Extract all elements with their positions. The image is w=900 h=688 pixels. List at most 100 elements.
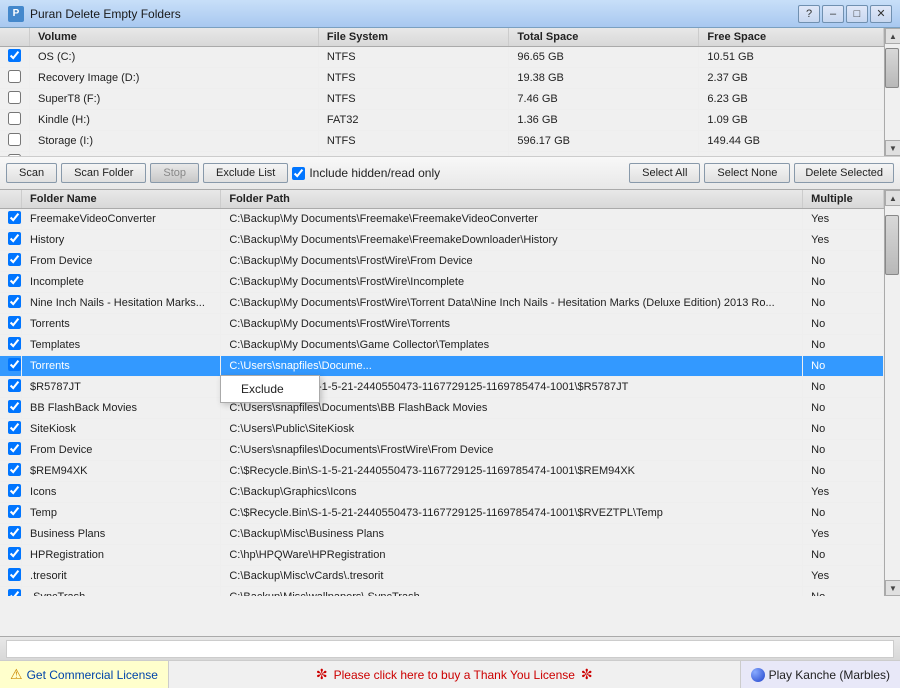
- footer-license-link[interactable]: ⚠ Get Commercial License: [0, 661, 169, 688]
- folder-checkbox[interactable]: [8, 421, 21, 434]
- folder-checkbox-cell[interactable]: [0, 356, 22, 377]
- folder-row[interactable]: From Device C:\Backup\My Documents\Frost…: [0, 251, 884, 272]
- folder-row[interactable]: From Device C:\Users\snapfiles\Documents…: [0, 440, 884, 461]
- select-none-button[interactable]: Select None: [704, 163, 790, 183]
- folder-checkbox[interactable]: [8, 337, 21, 350]
- folder-checkbox-cell[interactable]: [0, 209, 22, 230]
- folder-checkbox[interactable]: [8, 568, 21, 581]
- folder-checkbox-cell[interactable]: [0, 398, 22, 419]
- folder-row[interactable]: $REM94XK C:\$Recycle.Bin\S-1-5-21-244055…: [0, 461, 884, 482]
- folder-row[interactable]: SiteKiosk C:\Users\Public\SiteKiosk No: [0, 419, 884, 440]
- folder-row[interactable]: Temp C:\$Recycle.Bin\S-1-5-21-2440550473…: [0, 503, 884, 524]
- stop-button[interactable]: Stop: [150, 163, 199, 183]
- status-input[interactable]: [6, 640, 894, 658]
- volume-row[interactable]: Storage (I:) NTFS 596.17 GB 149.44 GB: [0, 131, 884, 152]
- folder-checkbox-cell[interactable]: [0, 440, 22, 461]
- folder-checkbox-cell[interactable]: [0, 587, 22, 597]
- volume-checkbox-cell[interactable]: [0, 89, 30, 110]
- folder-checkbox[interactable]: [8, 316, 21, 329]
- folder-scroll-thumb[interactable]: [885, 215, 899, 275]
- folder-row[interactable]: History C:\Backup\My Documents\Freemake\…: [0, 230, 884, 251]
- folder-row[interactable]: FreemakeVideoConverter C:\Backup\My Docu…: [0, 209, 884, 230]
- footer-game-link[interactable]: Play Kanche (Marbles): [740, 661, 900, 688]
- exclude-list-button[interactable]: Exclude List: [203, 163, 288, 183]
- volume-scroll-up[interactable]: ▲: [885, 28, 900, 44]
- footer-thank-you-link[interactable]: ✼ Please click here to buy a Thank You L…: [169, 666, 740, 683]
- folder-row[interactable]: $R5787JT C:\$Recycle.Bin\S-1-5-21-244055…: [0, 377, 884, 398]
- folder-checkbox[interactable]: [8, 358, 21, 371]
- volume-checkbox-cell[interactable]: [0, 131, 30, 152]
- scan-button[interactable]: Scan: [6, 163, 57, 183]
- folder-checkbox-cell[interactable]: [0, 272, 22, 293]
- maximize-button[interactable]: □: [846, 5, 868, 23]
- select-all-button[interactable]: Select All: [629, 163, 700, 183]
- folder-row[interactable]: HPRegistration C:\hp\HPQWare\HPRegistrat…: [0, 545, 884, 566]
- volume-checkbox[interactable]: [8, 49, 21, 62]
- folder-checkbox-cell[interactable]: [0, 461, 22, 482]
- folder-scroll-down[interactable]: ▼: [885, 580, 900, 596]
- volume-checkbox-cell[interactable]: [0, 68, 30, 89]
- folder-scroll-up[interactable]: ▲: [885, 190, 900, 206]
- volume-checkbox[interactable]: [8, 91, 21, 104]
- volume-checkbox-cell[interactable]: [0, 152, 30, 157]
- folder-checkbox-cell[interactable]: [0, 230, 22, 251]
- include-hidden-label[interactable]: Include hidden/read only: [292, 166, 440, 180]
- help-button[interactable]: ?: [798, 5, 820, 23]
- folder-checkbox-cell[interactable]: [0, 293, 22, 314]
- folder-row[interactable]: Templates C:\Backup\My Documents\Game Co…: [0, 335, 884, 356]
- folder-checkbox[interactable]: [8, 547, 21, 560]
- folder-checkbox[interactable]: [8, 505, 21, 518]
- folder-checkbox[interactable]: [8, 484, 21, 497]
- folder-checkbox-cell[interactable]: [0, 503, 22, 524]
- folder-checkbox[interactable]: [8, 295, 21, 308]
- volume-checkbox-cell[interactable]: [0, 47, 30, 68]
- folder-checkbox-cell[interactable]: [0, 524, 22, 545]
- folder-row[interactable]: Incomplete C:\Backup\My Documents\FrostW…: [0, 272, 884, 293]
- folder-row[interactable]: .SyncTrash C:\Backup\Misc\wallpapers\.Sy…: [0, 587, 884, 597]
- folder-checkbox-cell[interactable]: [0, 377, 22, 398]
- folder-row[interactable]: Nine Inch Nails - Hesitation Marks... C:…: [0, 293, 884, 314]
- folder-checkbox[interactable]: [8, 589, 21, 596]
- volume-row[interactable]: Data (L:) NTFS 545.07 GB ...: [0, 152, 884, 157]
- volume-scroll-down[interactable]: ▼: [885, 140, 900, 156]
- folder-checkbox[interactable]: [8, 379, 21, 392]
- folder-row[interactable]: Business Plans C:\Backup\Misc\Business P…: [0, 524, 884, 545]
- minimize-button[interactable]: –: [822, 5, 844, 23]
- delete-selected-button[interactable]: Delete Selected: [794, 163, 894, 183]
- volume-scroll-thumb[interactable]: [885, 48, 899, 88]
- volume-row[interactable]: Kindle (H:) FAT32 1.36 GB 1.09 GB: [0, 110, 884, 131]
- context-menu-exclude[interactable]: Exclude: [221, 378, 319, 400]
- folder-checkbox[interactable]: [8, 463, 21, 476]
- include-hidden-checkbox[interactable]: [292, 167, 305, 180]
- folder-checkbox[interactable]: [8, 211, 21, 224]
- volume-row[interactable]: SuperT8 (F:) NTFS 7.46 GB 6.23 GB: [0, 89, 884, 110]
- folder-checkbox-cell[interactable]: [0, 482, 22, 503]
- folder-checkbox[interactable]: [8, 442, 21, 455]
- volume-checkbox[interactable]: [8, 133, 21, 146]
- folder-checkbox-cell[interactable]: [0, 335, 22, 356]
- folder-row[interactable]: Torrents C:\Backup\My Documents\FrostWir…: [0, 314, 884, 335]
- folder-checkbox[interactable]: [8, 274, 21, 287]
- scan-folder-button[interactable]: Scan Folder: [61, 163, 146, 183]
- volume-checkbox[interactable]: [8, 70, 21, 83]
- folder-checkbox-cell[interactable]: [0, 314, 22, 335]
- folder-scrollbar[interactable]: ▲ ▼: [884, 190, 900, 596]
- folder-checkbox[interactable]: [8, 232, 21, 245]
- volume-scrollbar[interactable]: ▲ ▼: [884, 28, 900, 156]
- volume-checkbox[interactable]: [8, 112, 21, 125]
- folder-checkbox[interactable]: [8, 526, 21, 539]
- folder-checkbox[interactable]: [8, 253, 21, 266]
- folder-checkbox[interactable]: [8, 400, 21, 413]
- folder-checkbox-cell[interactable]: [0, 566, 22, 587]
- folder-checkbox-cell[interactable]: [0, 251, 22, 272]
- folder-row[interactable]: BB FlashBack Movies C:\Users\snapfiles\D…: [0, 398, 884, 419]
- volume-checkbox-cell[interactable]: [0, 110, 30, 131]
- folder-checkbox-cell[interactable]: [0, 419, 22, 440]
- folder-row[interactable]: Torrents C:\Users\snapfiles\Docume... No: [0, 356, 884, 377]
- volume-checkbox[interactable]: [8, 154, 21, 156]
- folder-row[interactable]: .tresorit C:\Backup\Misc\vCards\.tresori…: [0, 566, 884, 587]
- close-button[interactable]: ✕: [870, 5, 892, 23]
- folder-checkbox-cell[interactable]: [0, 545, 22, 566]
- volume-row[interactable]: Recovery Image (D:) NTFS 19.38 GB 2.37 G…: [0, 68, 884, 89]
- volume-row[interactable]: OS (C:) NTFS 96.65 GB 10.51 GB: [0, 47, 884, 68]
